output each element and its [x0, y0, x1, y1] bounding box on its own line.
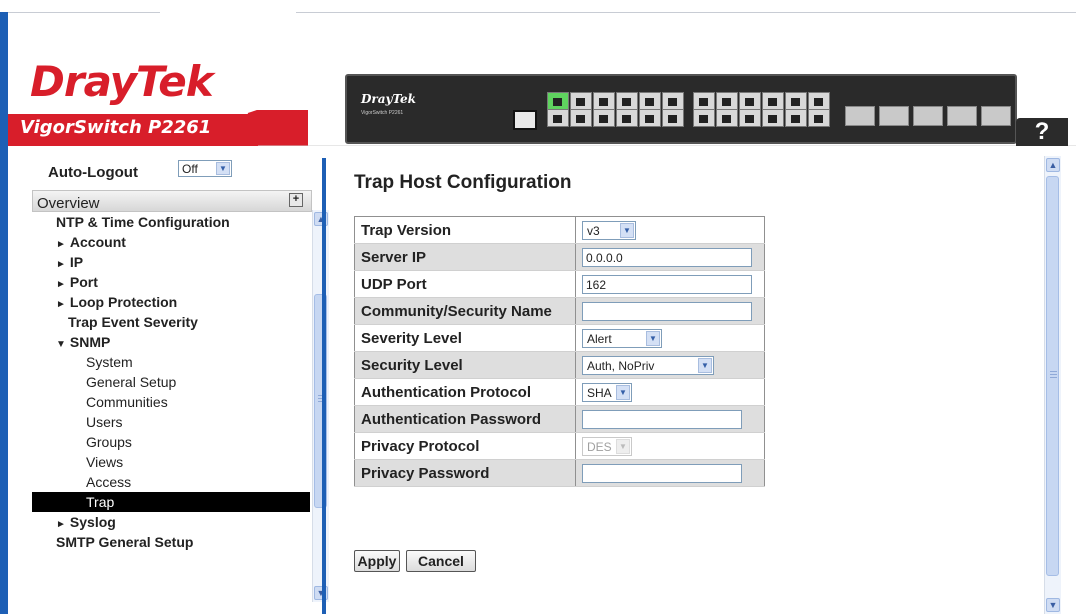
field-label: Trap Version	[354, 216, 576, 244]
switch-front-panel-image: DrayTek VigorSwitch P2261	[345, 74, 1017, 144]
nav-item-communities[interactable]: Communities	[32, 392, 310, 412]
dropdown-arrow-icon: ▼	[616, 384, 630, 400]
udp-port-input[interactable]: 162	[582, 274, 752, 294]
main-content: Trap Host Configuration Trap Version v3 ▼ S…	[334, 146, 1076, 614]
nav-item-system[interactable]: System	[32, 352, 310, 372]
dropdown-arrow-icon: ▼	[620, 222, 634, 238]
config-row: Severity Level Alert ▼	[354, 324, 765, 352]
overview-header[interactable]: Overview +	[32, 190, 312, 212]
field-label: Community/Security Name	[354, 297, 576, 325]
nav-item-loop-protection[interactable]: ► Loop Protection	[32, 292, 310, 312]
field-label: Authentication Password	[354, 405, 576, 433]
scroll-up-icon[interactable]: ▲	[1046, 158, 1060, 172]
apply-button[interactable]: Apply	[354, 550, 400, 572]
nav-item-views[interactable]: Views	[32, 452, 310, 472]
config-row: UDP Port 162	[354, 270, 765, 298]
nav-item-port[interactable]: ► Port	[32, 272, 310, 292]
left-navigation: Auto-Logout Off ▼ Overview + NTP & Time …	[8, 146, 330, 614]
config-row: Trap Version v3 ▼	[354, 216, 765, 244]
security-level-select[interactable]: Auth, NoPriv ▼	[582, 355, 714, 375]
page-title: Trap Host Configuration	[354, 172, 572, 193]
nav-tree: NTP & Time Configuration ► Account ► IP ► Port…	[32, 212, 310, 552]
auto-logout-select[interactable]: Off ▼	[178, 160, 232, 177]
nav-item-trap-event-severity[interactable]: Trap Event Severity	[32, 312, 310, 332]
sfp-ports	[845, 106, 1011, 126]
trap-host-config-table: Trap Version v3 ▼ Server IP 0.0.0.0 UDP Port 1…	[354, 216, 765, 487]
field-label: Authentication Protocol	[354, 378, 576, 406]
nav-item-ntp-time-configuration[interactable]: NTP & Time Configuration	[32, 212, 310, 232]
collapsed-arrow-icon: ►	[56, 239, 66, 250]
nav-item-groups[interactable]: Groups	[32, 432, 310, 452]
port-group-1-bottom	[547, 109, 684, 127]
draytek-logo[interactable]: DrayTek	[30, 57, 214, 106]
authentication-password-input[interactable]	[582, 409, 742, 429]
main-scroll-thumb[interactable]	[1046, 176, 1059, 576]
collapsed-arrow-icon: ►	[56, 519, 66, 530]
frame-splitter[interactable]	[322, 158, 326, 614]
field-label: Server IP	[354, 243, 576, 271]
community-security-name-input[interactable]	[582, 301, 752, 321]
collapsed-arrow-icon: ►	[56, 279, 66, 290]
collapsed-arrow-icon: ►	[56, 259, 66, 270]
config-row: Authentication Protocol SHA ▼	[354, 378, 765, 406]
nav-item-users[interactable]: Users	[32, 412, 310, 432]
server-ip-input[interactable]: 0.0.0.0	[582, 247, 752, 267]
dropdown-arrow-icon: ▼	[646, 330, 660, 346]
field-label: Security Level	[354, 351, 576, 379]
field-label: Severity Level	[354, 324, 576, 352]
scroll-down-icon[interactable]: ▼	[1046, 598, 1060, 612]
port-group-2	[693, 92, 830, 110]
model-name: VigorSwitch P2261	[20, 117, 212, 138]
privacy-password-input[interactable]	[582, 463, 742, 483]
browser-top-edge	[0, 0, 1076, 13]
config-row: Privacy Protocol DES ▼	[354, 432, 765, 460]
device-brand-label: DrayTek	[361, 92, 416, 106]
config-row: Privacy Password	[354, 459, 765, 487]
privacy-protocol-select: DES ▼	[582, 436, 632, 456]
field-label: Privacy Password	[354, 459, 576, 487]
config-row: Security Level Auth, NoPriv ▼	[354, 351, 765, 379]
expanded-arrow-icon: ▼	[56, 339, 66, 350]
port-group-1	[547, 92, 684, 110]
nav-item-access[interactable]: Access	[32, 472, 310, 492]
authentication-protocol-select[interactable]: SHA ▼	[582, 382, 632, 402]
field-label: Privacy Protocol	[354, 432, 576, 460]
left-frame-border	[0, 12, 8, 614]
dropdown-arrow-icon: ▼	[216, 162, 230, 175]
header-banner: DrayTek VigorSwitch P2261 DrayTek VigorS…	[8, 13, 1076, 146]
nav-item-smtp-general-setup[interactable]: SMTP General Setup	[32, 532, 310, 552]
nav-item-account[interactable]: ► Account	[32, 232, 310, 252]
dropdown-arrow-icon: ▼	[616, 438, 630, 454]
field-label: UDP Port	[354, 270, 576, 298]
nav-item-syslog[interactable]: ► Syslog	[32, 512, 310, 532]
nav-scrollbar[interactable]: ▲ ▼	[312, 210, 329, 602]
dropdown-arrow-icon: ▼	[698, 357, 712, 373]
auto-logout-label: Auto-Logout	[48, 164, 138, 181]
severity-level-select[interactable]: Alert ▼	[582, 328, 662, 348]
nav-item-trap[interactable]: Trap	[32, 492, 310, 512]
cancel-button[interactable]: Cancel	[406, 550, 476, 572]
nav-item-ip[interactable]: ► IP	[32, 252, 310, 272]
trap-version-select[interactable]: v3 ▼	[582, 220, 636, 240]
collapsed-arrow-icon: ►	[56, 299, 66, 310]
console-port	[513, 110, 537, 130]
config-row: Authentication Password	[354, 405, 765, 433]
nav-item-snmp[interactable]: ▼ SNMP	[32, 332, 310, 352]
nav-item-general-setup[interactable]: General Setup	[32, 372, 310, 392]
expand-plus-icon[interactable]: +	[289, 193, 303, 207]
device-model-label: VigorSwitch P2261	[361, 110, 404, 116]
config-row: Community/Security Name	[354, 297, 765, 325]
help-icon[interactable]: ?	[1016, 118, 1068, 146]
port-group-2-bottom	[693, 109, 830, 127]
main-scrollbar[interactable]: ▲ ▼	[1044, 156, 1061, 614]
config-row: Server IP 0.0.0.0	[354, 243, 765, 271]
